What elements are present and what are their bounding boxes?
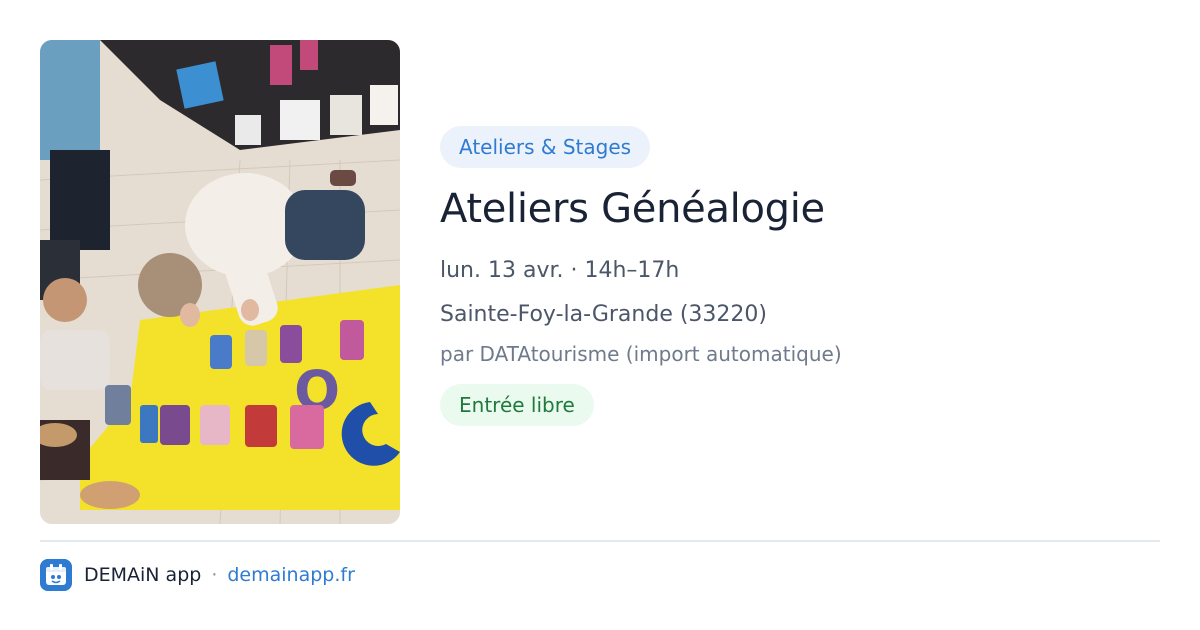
event-title: Ateliers Généalogie [440, 186, 825, 232]
event-info: Ateliers & Stages Ateliers Généalogie lu… [440, 126, 1160, 426]
event-location: Sainte-Foy-la-Grande (33220) [440, 302, 768, 327]
footer-separator: · [211, 564, 218, 586]
demain-app-icon [40, 559, 72, 591]
footer-divider [40, 540, 1160, 542]
category-badge[interactable]: Ateliers & Stages [440, 126, 651, 168]
event-photo: O [40, 40, 400, 524]
app-url-link[interactable]: demainapp.fr [227, 564, 355, 586]
event-organizer: par DATAtourisme (import automatique) [440, 342, 842, 366]
event-date: lun. 13 avr. · 14h–17h [440, 258, 680, 283]
footer: DEMAiN app · demainapp.fr [40, 558, 355, 592]
price-badge: Entrée libre [440, 384, 594, 426]
app-name: DEMAiN app [84, 564, 202, 586]
